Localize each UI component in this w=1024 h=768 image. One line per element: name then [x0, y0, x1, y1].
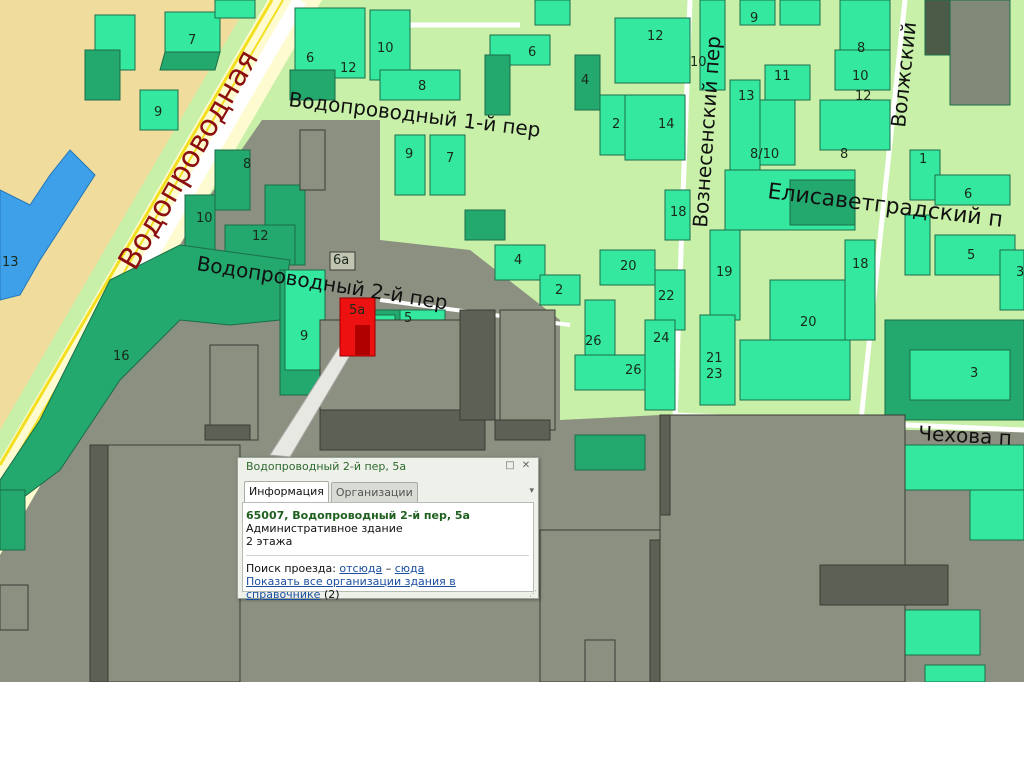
house-number: 7 [446, 151, 454, 166]
house-number: 18 [670, 205, 687, 220]
house-number: 6а [333, 253, 349, 268]
popup-title-bar[interactable]: Водопроводный 2-й пер, 5а □ ✕ [238, 458, 538, 476]
house-number: 8/10 [750, 147, 779, 162]
house-number: 20 [620, 259, 637, 274]
street-label-chekhova: Чехова п [918, 421, 1013, 450]
house-number: 9 [405, 147, 413, 162]
restore-icon[interactable]: □ [504, 460, 516, 472]
house-number: 2 [555, 283, 563, 298]
house-number: 23 [706, 367, 723, 382]
house-number: 12 [252, 229, 269, 244]
house-number: 5 [967, 248, 975, 263]
tab-organizations[interactable]: Организации [330, 482, 418, 502]
house-number: 1 [919, 152, 927, 167]
route-search-row: Поиск проезда: отсюда – сюда [246, 562, 529, 575]
house-number: 4 [514, 253, 522, 268]
house-number: 13 [2, 255, 19, 270]
house-number: 10 [690, 55, 707, 70]
selected-building-side [355, 325, 370, 355]
house-number: 7 [188, 33, 196, 48]
blank-bottom-area [0, 682, 1024, 768]
house-number: 6 [306, 51, 314, 66]
house-number: 11 [774, 69, 791, 84]
house-number: 3 [970, 366, 978, 381]
house-number: 19 [716, 265, 733, 280]
building-floors: 2 этажа [246, 535, 293, 548]
show-organizations-link[interactable]: Показать все организации здания в справо… [246, 575, 456, 601]
house-number: 3 [1016, 265, 1024, 280]
route-from-link[interactable]: отсюда [339, 562, 382, 575]
house-number: 4 [581, 73, 589, 88]
house-number: 8 [243, 157, 251, 172]
info-popup[interactable]: Водопроводный 2-й пер, 5а □ ✕ Информация… [237, 457, 539, 601]
popup-title: Водопроводный 2-й пер, 5а [246, 460, 407, 473]
map-viewport[interactable]: Водопроводная Водопроводный 1-й пер Водо… [0, 0, 1024, 682]
building-address: 65007, Водопроводный 2-й пер, 5а [246, 509, 470, 522]
house-number: 24 [653, 331, 670, 346]
route-prefix: Поиск проезда: [246, 562, 336, 575]
house-number: 13 [738, 89, 755, 104]
route-to-link[interactable]: сюда [395, 562, 425, 575]
house-number: 5 [404, 311, 412, 326]
house-number: 8 [857, 41, 865, 56]
house-number: 10 [852, 69, 869, 84]
house-number: 12 [855, 89, 872, 104]
popup-content: 65007, Водопроводный 2-й пер, 5а Админис… [242, 502, 534, 601]
house-number: 26 [585, 334, 602, 349]
house-number: 14 [658, 117, 675, 132]
organizations-count: (2) [323, 588, 340, 601]
building-type: Административное здание [246, 522, 403, 535]
house-number: 10 [377, 41, 394, 56]
house-number: 6 [528, 45, 536, 60]
popup-divider [246, 555, 529, 556]
house-number: 22 [658, 289, 675, 304]
house-number: 8 [418, 79, 426, 94]
house-number: 10 [196, 211, 213, 226]
house-number: 16 [113, 349, 130, 364]
house-number: 21 [706, 351, 723, 366]
house-number: 9 [300, 329, 308, 344]
house-number: 5а [349, 303, 365, 318]
resize-handle-icon[interactable]: ⋰ [529, 589, 537, 598]
route-dash: – [385, 562, 392, 575]
house-number: 12 [647, 29, 664, 44]
house-number: 8 [840, 147, 848, 162]
house-number: 9 [750, 11, 758, 26]
house-number: 12 [340, 61, 357, 76]
house-number: 6 [964, 187, 972, 202]
house-number: 9 [154, 105, 162, 120]
popup-tabs: Информация Организации [244, 481, 420, 502]
house-number: 26 [625, 363, 642, 378]
tab-menu-icon[interactable]: ▾ [529, 486, 534, 496]
house-number: 20 [800, 315, 817, 330]
house-number: 18 [852, 257, 869, 272]
house-number: 2 [612, 117, 620, 132]
orgs-row: Показать все организации здания в справо… [246, 575, 529, 601]
close-icon[interactable]: ✕ [520, 460, 532, 472]
tab-information[interactable]: Информация [244, 481, 329, 502]
